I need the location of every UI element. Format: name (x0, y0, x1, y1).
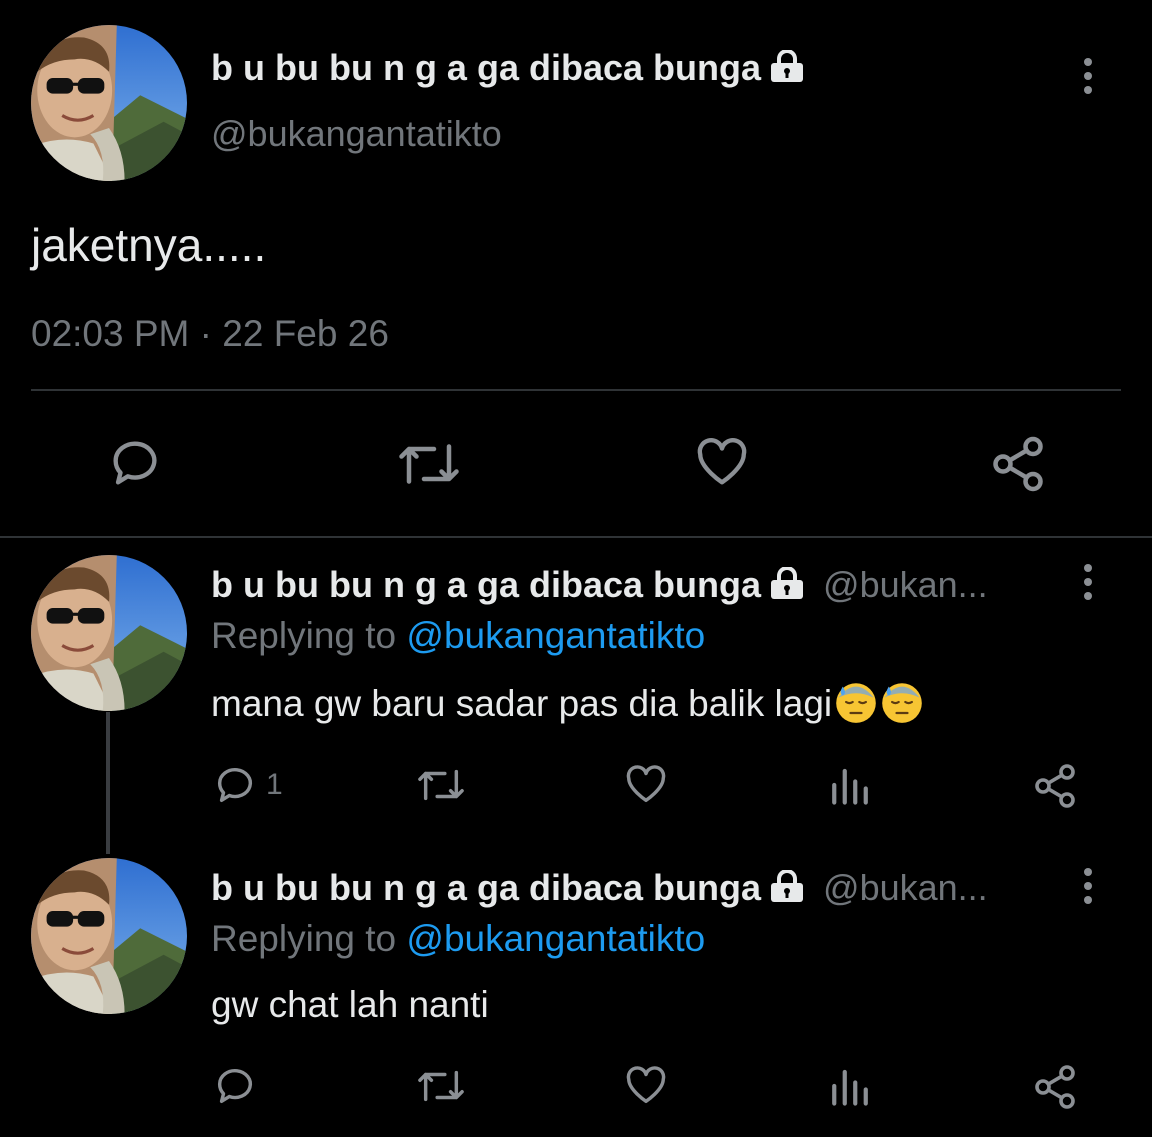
avatar-image (31, 555, 187, 711)
section-divider (0, 536, 1152, 538)
replying-handle-link[interactable]: @bukangantatikto (406, 615, 705, 656)
lock-icon (771, 567, 804, 599)
tweet-text: gw chat lah nanti (211, 984, 489, 1025)
views-button[interactable] (828, 1065, 872, 1107)
lock-icon (771, 50, 804, 82)
divider (31, 389, 1121, 391)
reply-button[interactable] (212, 1063, 258, 1109)
display-name-text: b u bu bu n g a ga dibaca bunga (211, 564, 762, 605)
timestamp-separator: · (199, 313, 212, 354)
avatar-image (31, 858, 187, 1014)
reply-header[interactable]: b u bu bu n g a ga dibaca bunga @bukan..… (211, 567, 988, 603)
retweet-icon (399, 444, 459, 484)
reply-header[interactable]: b u bu bu n g a ga dibaca bunga @bukan..… (211, 870, 988, 906)
share-icon (993, 436, 1043, 492)
tweet-timestamp[interactable]: 02:03 PM · 22 Feb 26 (31, 313, 389, 355)
retweet-icon (418, 769, 464, 801)
reply-icon (113, 441, 157, 485)
tweet-text-content: mana gw baru sadar pas dia balik lagi (211, 683, 833, 724)
views-icon (832, 768, 868, 805)
retweet-button[interactable] (413, 762, 469, 808)
tweet-time: 02:03 PM (31, 313, 190, 354)
avatar[interactable] (31, 25, 187, 181)
heart-icon (626, 765, 666, 803)
replying-to: Replying to @bukangantatikto (211, 615, 705, 657)
retweet-button[interactable] (394, 434, 464, 494)
downcast-face-with-sweat-icon (882, 683, 922, 723)
heart-icon (697, 438, 747, 485)
retweet-icon (418, 1070, 464, 1102)
like-button[interactable] (692, 434, 752, 492)
thread-line (106, 712, 110, 854)
reply-icon (217, 768, 253, 803)
kebab-menu-icon[interactable] (1083, 58, 1093, 100)
share-button[interactable] (1031, 1063, 1079, 1111)
avatar[interactable] (31, 858, 187, 1014)
user-handle: @bukan... (823, 867, 988, 908)
display-name-text: b u bu bu n g a ga dibaca bunga (211, 867, 762, 908)
tweet-text: jaketnya..... (31, 219, 267, 271)
user-handle: @bukan... (823, 564, 988, 605)
reply-icon (217, 1069, 253, 1104)
heart-icon (626, 1066, 666, 1104)
downcast-face-with-sweat-icon (836, 683, 876, 723)
share-button[interactable] (988, 434, 1048, 494)
kebab-menu-icon[interactable] (1083, 868, 1093, 910)
avatar[interactable] (31, 555, 187, 711)
tweet-text: mana gw baru sadar pas dia balik lagi (211, 680, 924, 725)
reply-button[interactable] (106, 434, 164, 492)
views-icon (832, 1069, 868, 1106)
share-icon (1035, 764, 1075, 808)
replying-to: Replying to @bukangantatikto (211, 918, 705, 960)
replying-handle-link[interactable]: @bukangantatikto (406, 918, 705, 959)
share-button[interactable] (1031, 762, 1079, 810)
like-button[interactable] (622, 762, 670, 808)
kebab-menu-icon[interactable] (1083, 564, 1093, 606)
display-name[interactable]: b u bu bu n g a ga dibaca bunga (211, 50, 805, 86)
replying-prefix: Replying to (211, 615, 397, 656)
share-icon (1035, 1065, 1075, 1109)
retweet-button[interactable] (413, 1063, 469, 1109)
reply-count: 1 (266, 768, 283, 801)
replying-prefix: Replying to (211, 918, 397, 959)
display-name-text: b u bu bu n g a ga dibaca bunga (211, 47, 762, 88)
tweet-date: 22 Feb 26 (222, 313, 389, 354)
like-button[interactable] (622, 1063, 670, 1109)
user-handle[interactable]: @bukangantatikto (211, 113, 502, 155)
reply-button[interactable]: 1 (212, 762, 283, 808)
lock-icon (771, 870, 804, 902)
avatar-image (31, 25, 187, 181)
views-button[interactable] (828, 764, 872, 806)
